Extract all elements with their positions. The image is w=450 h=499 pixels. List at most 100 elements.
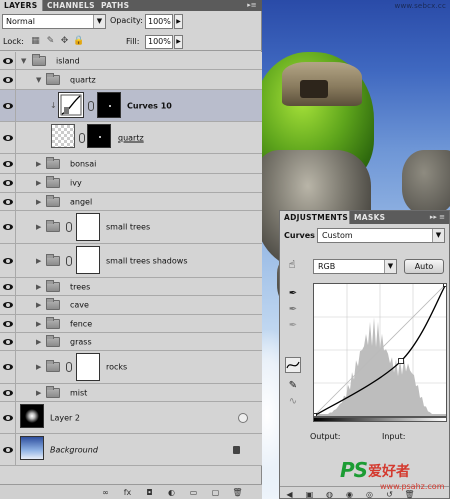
new-group-icon[interactable]: ▭ <box>188 487 199 498</box>
visibility-eye-icon[interactable] <box>0 193 16 210</box>
layer-row-ivy[interactable]: ▶ ivy <box>0 174 262 193</box>
visibility-eye-icon[interactable] <box>0 296 16 314</box>
visibility-eye-icon[interactable] <box>0 154 16 173</box>
visibility-eye-icon[interactable] <box>0 434 16 465</box>
layer-row-quartz-group[interactable]: ▼ quartz <box>0 70 262 90</box>
black-point-eyedropper-icon[interactable]: ✒ <box>287 287 299 301</box>
expand-triangle-icon[interactable]: ▶ <box>36 283 44 291</box>
visibility-eye-icon[interactable] <box>0 90 16 121</box>
fill-slider-button[interactable]: ▶ <box>174 35 183 49</box>
layer-row-trees[interactable]: ▶ trees <box>0 278 262 296</box>
layer-effects-icon[interactable] <box>238 412 248 423</box>
expand-triangle-icon[interactable]: ▶ <box>36 223 44 231</box>
gray-point-eyedropper-icon[interactable]: ✒ <box>287 303 299 317</box>
lock-pixels-icon[interactable]: ✎ <box>45 36 56 47</box>
adjustment-layer-icon[interactable]: ◐ <box>166 487 177 498</box>
target-adjust-hand-icon[interactable]: ☝ <box>284 257 300 273</box>
tab-paths[interactable]: PATHS <box>97 0 137 11</box>
visibility-eye-icon[interactable] <box>0 351 16 383</box>
lock-transparency-icon[interactable]: ▦ <box>30 36 41 47</box>
visibility-eye-icon[interactable] <box>0 174 16 192</box>
layer-row-fence[interactable]: ▶ fence <box>0 315 262 333</box>
expand-triangle-icon[interactable]: ▶ <box>36 301 44 309</box>
layer-row-small-trees-shadows[interactable]: ▶ small trees shadows <box>0 244 262 278</box>
visibility-eye-icon[interactable] <box>0 122 16 153</box>
layer-thumbnail[interactable] <box>20 404 44 428</box>
visibility-eye-icon[interactable] <box>0 278 16 295</box>
visibility-eye-icon[interactable] <box>0 315 16 332</box>
layer-row-bonsai[interactable]: ▶ bonsai <box>0 154 262 174</box>
tab-masks[interactable]: MASKS <box>350 211 388 224</box>
chain-link-icon[interactable] <box>66 222 72 232</box>
back-arrow-icon[interactable]: ◀ <box>284 489 295 499</box>
new-layer-icon[interactable]: ▢ <box>210 487 221 498</box>
layer-thumbnail[interactable] <box>20 436 44 460</box>
expand-triangle-icon[interactable]: ▶ <box>36 389 44 397</box>
expand-triangle-icon[interactable]: ▶ <box>36 198 44 206</box>
visibility-eye-icon[interactable] <box>0 384 16 401</box>
chain-link-icon[interactable] <box>79 132 85 143</box>
expand-triangle-icon[interactable]: ▶ <box>36 363 44 371</box>
layer-row-island[interactable]: ▼ island <box>0 52 262 70</box>
layer-mask-thumbnail[interactable] <box>76 353 100 381</box>
channel-select[interactable]: RGB ▼ <box>313 259 397 274</box>
chain-link-icon[interactable] <box>88 100 94 111</box>
expand-triangle-icon[interactable]: ▼ <box>36 76 44 84</box>
layer-row-small-trees[interactable]: ▶ small trees <box>0 211 262 244</box>
expand-triangle-icon[interactable]: ▶ <box>36 320 44 328</box>
layer-row-quartz[interactable]: quartz <box>0 122 262 154</box>
visibility-eye-icon[interactable] <box>0 211 16 243</box>
layer-row-layer-2[interactable]: Layer 2 <box>0 402 262 434</box>
layer-mask-thumbnail[interactable] <box>76 246 100 274</box>
curve-points-mode-icon[interactable] <box>285 357 301 373</box>
lock-position-icon[interactable]: ✥ <box>59 36 70 47</box>
link-layers-icon[interactable]: ∞ <box>100 487 111 498</box>
fx-icon[interactable]: fx <box>122 487 133 498</box>
layer-row-mist[interactable]: ▶ mist <box>0 384 262 402</box>
clip-to-layer-icon[interactable]: ◍ <box>324 489 335 499</box>
expand-view-icon[interactable]: ▣ <box>304 489 315 499</box>
fill-input[interactable]: 100% <box>145 35 173 49</box>
visibility-toggle-icon[interactable]: ◉ <box>344 489 355 499</box>
panel-menu-icon[interactable]: ▸▸ ≡ <box>430 213 445 221</box>
expand-triangle-icon[interactable]: ▶ <box>36 257 44 265</box>
layer-mask-thumbnail[interactable] <box>87 124 111 148</box>
curve-point[interactable] <box>398 358 404 364</box>
auto-button[interactable]: Auto <box>404 259 444 274</box>
lock-all-icon[interactable]: 🔒 <box>73 36 84 47</box>
visibility-eye-icon[interactable] <box>0 402 16 433</box>
visibility-eye-icon[interactable] <box>0 52 16 69</box>
view-previous-icon[interactable]: ◎ <box>364 489 375 499</box>
opacity-input[interactable]: 100% <box>145 14 173 29</box>
curves-preset-select[interactable]: Custom ▼ <box>317 228 445 243</box>
chain-link-icon[interactable] <box>66 362 72 372</box>
layer-row-angel[interactable]: ▶ angel <box>0 193 262 211</box>
curve-point[interactable] <box>311 413 317 419</box>
expand-triangle-icon[interactable]: ▶ <box>36 179 44 187</box>
trash-icon[interactable]: 🗑 <box>232 487 243 498</box>
curve-point[interactable] <box>443 281 449 287</box>
layer-row-background[interactable]: Background <box>0 434 262 466</box>
add-mask-icon[interactable]: ◘ <box>144 487 155 498</box>
pencil-icon[interactable]: ✎ <box>287 379 299 393</box>
panel-menu-icon[interactable]: ▸≡ <box>246 1 258 10</box>
layer-row-rocks[interactable]: ▶ rocks <box>0 351 262 384</box>
chain-link-icon[interactable] <box>66 255 72 266</box>
expand-triangle-icon[interactable]: ▶ <box>36 338 44 346</box>
layer-row-cave[interactable]: ▶ cave <box>0 296 262 315</box>
layer-mask-thumbnail[interactable] <box>97 92 121 118</box>
white-point-eyedropper-icon[interactable]: ✒ <box>287 319 299 333</box>
visibility-eye-icon[interactable] <box>0 244 16 277</box>
expand-triangle-icon[interactable]: ▼ <box>21 57 29 65</box>
visibility-eye-icon[interactable] <box>0 70 16 89</box>
layer-row-grass[interactable]: ▶ grass <box>0 333 262 351</box>
expand-triangle-icon[interactable]: ▶ <box>36 160 44 168</box>
tab-adjustments[interactable]: ADJUSTMENTS <box>280 211 350 224</box>
visibility-eye-icon[interactable] <box>0 333 16 350</box>
smooth-icon[interactable]: ∿ <box>287 395 299 409</box>
layer-mask-thumbnail[interactable] <box>76 213 100 241</box>
layer-thumbnail[interactable] <box>51 124 75 148</box>
tab-channels[interactable]: CHANNELS <box>43 0 97 11</box>
curves-graph[interactable] <box>311 281 449 419</box>
opacity-slider-button[interactable]: ▶ <box>174 14 183 29</box>
